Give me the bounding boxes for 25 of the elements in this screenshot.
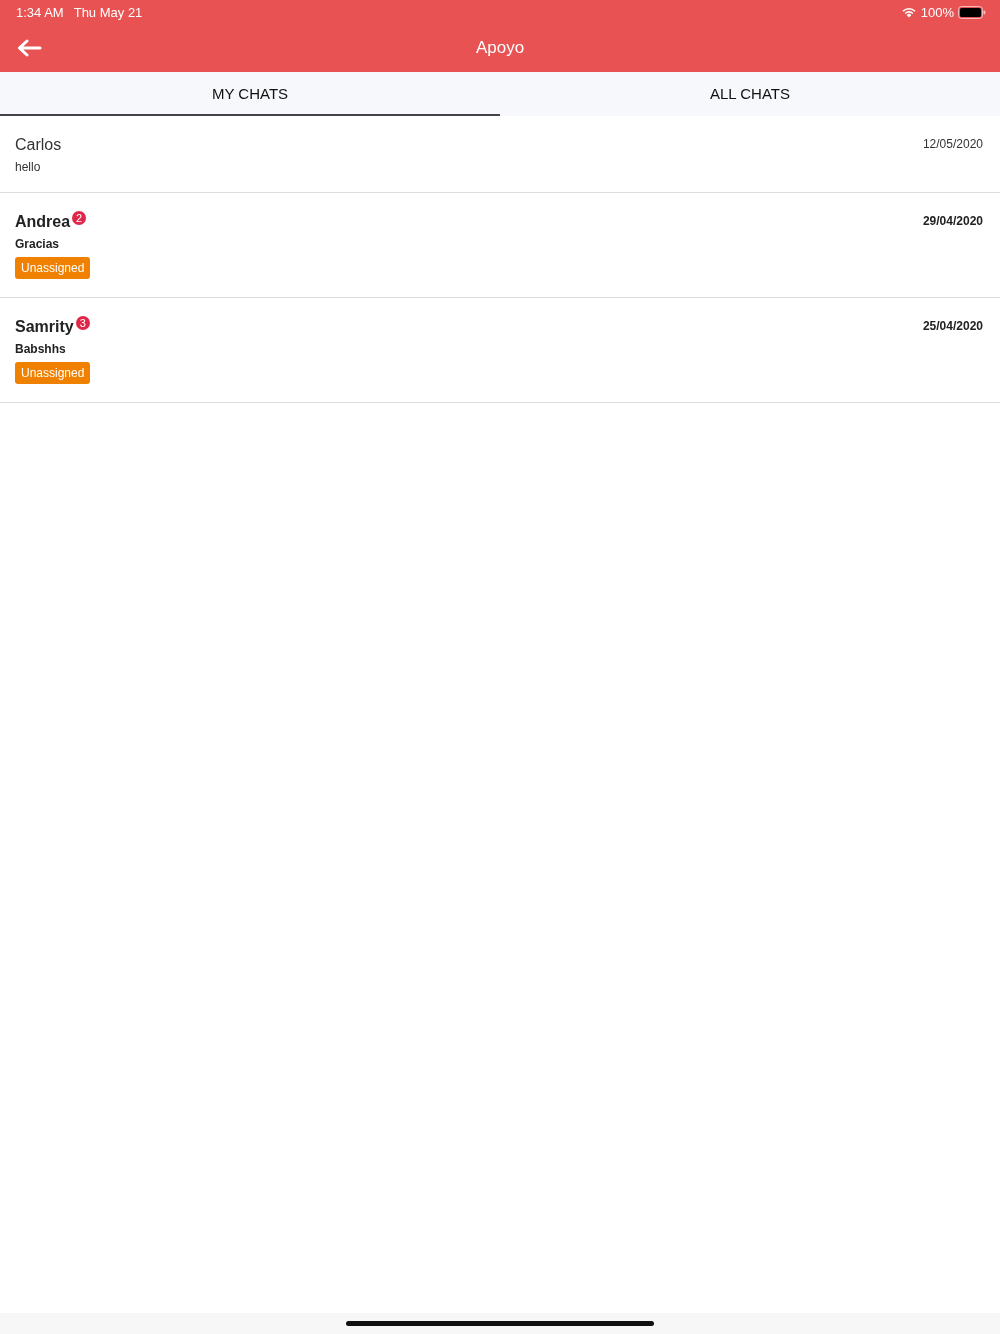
- tab[interactable]: ALL CHATS: [500, 72, 1000, 116]
- unread-count: 2: [72, 211, 87, 225]
- message-preview: Babshhs: [15, 342, 67, 356]
- chat-date: 12/05/2020: [922, 137, 983, 151]
- battery-percent: 100%: [920, 4, 954, 20]
- message-preview: hello: [15, 160, 42, 174]
- status-date: Thu May 21: [73, 4, 143, 20]
- back-button[interactable]: [16, 38, 44, 58]
- status-tag: Unassigned: [15, 362, 91, 384]
- chat-row[interactable]: Samrity 3 Babshhs Unassigned 25/04/2020: [0, 298, 1000, 403]
- header-title: Apoyo: [475, 38, 525, 58]
- message-preview: Gracias: [15, 237, 61, 251]
- wifi-icon: [900, 6, 917, 18]
- unread-count: 3: [75, 316, 90, 330]
- chat-date: 29/04/2020: [922, 214, 983, 228]
- chat-row[interactable]: Andrea 2 Gracias Unassigned 29/04/2020: [0, 193, 1000, 298]
- contact-name: Carlos: [15, 136, 62, 154]
- status-tag: Unassigned: [15, 257, 91, 279]
- contact-name: Andrea: [15, 213, 71, 231]
- chat-date: 25/04/2020: [922, 319, 983, 333]
- chat-row[interactable]: Carlos hello 12/05/2020: [0, 116, 1000, 193]
- contact-name: Samrity: [15, 318, 74, 336]
- status-time: 1:34 AM: [16, 4, 64, 20]
- battery-icon: [958, 5, 986, 19]
- tab[interactable]: MY CHATS: [0, 72, 500, 116]
